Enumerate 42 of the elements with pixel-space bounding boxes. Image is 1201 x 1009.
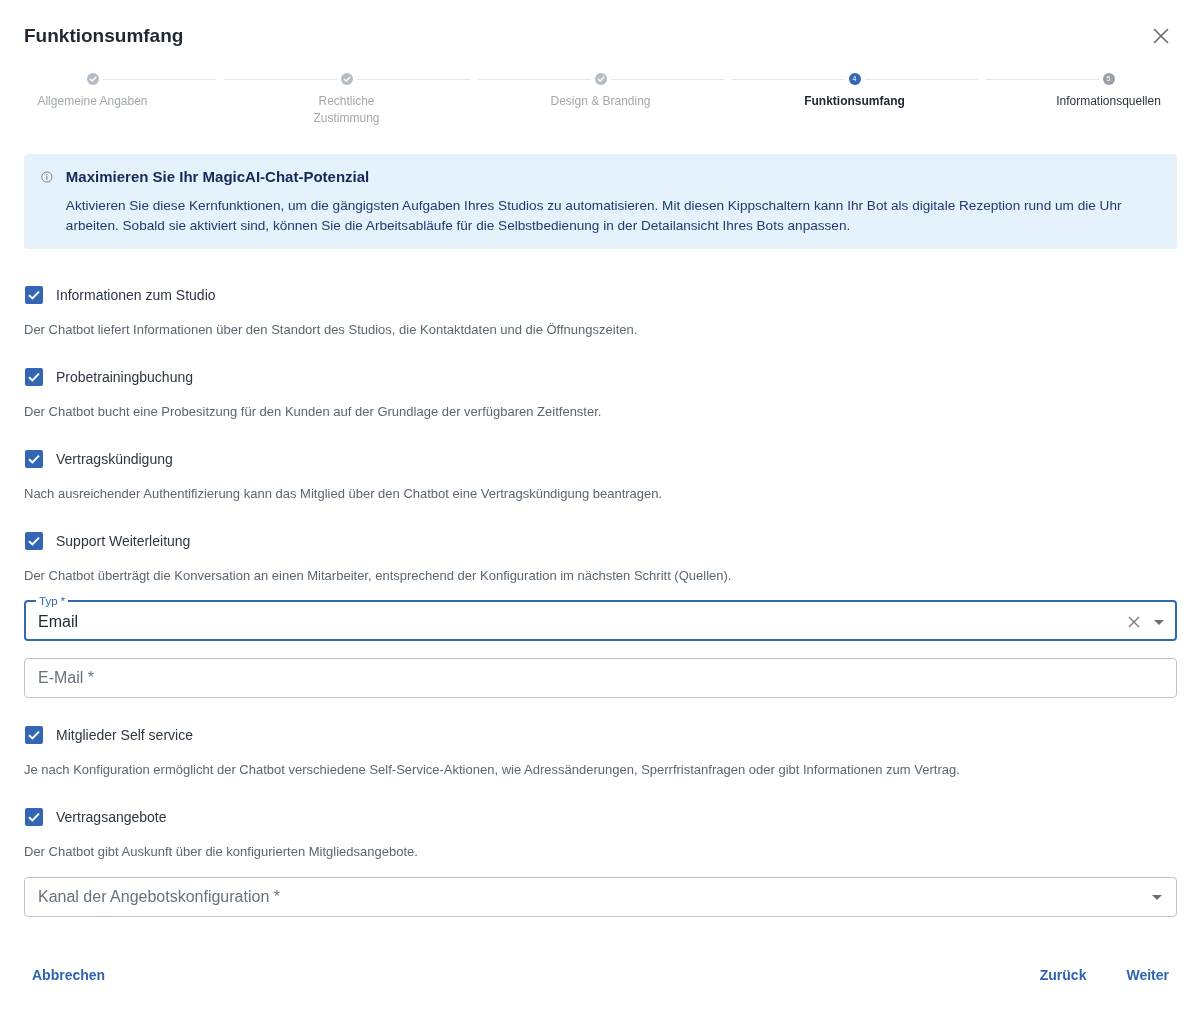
step-label: Funktionsumfang: [804, 93, 905, 110]
checkbox[interactable]: [25, 368, 43, 386]
caret-icon: [1152, 894, 1162, 900]
checkbox[interactable]: [25, 286, 43, 304]
feature-description: Der Chatbot bucht eine Probesitzung für den Kunden auf der Grundlage der verfügbaren Zeitfenster.: [24, 403, 603, 421]
clear-icon[interactable]: [1128, 616, 1140, 628]
select-field[interactable]: Typ * Email: [24, 595, 1177, 641]
check-icon: [27, 810, 41, 824]
checkbox[interactable]: [25, 726, 43, 744]
next-button[interactable]: Weiter: [1118, 957, 1177, 993]
feature-description: Der Chatbot liefert Informationen über den Standort des Studios, die Kontaktdaten und die Öffnungszeiten.: [24, 321, 639, 339]
input-field[interactable]: E-Mail *: [24, 658, 1177, 698]
feature-description: Der Chatbot überträgt die Konversation an einen Mitarbeiter, entsprechend der Konfiguration im nächsten Schritt (Quellen).: [24, 567, 733, 585]
check-icon: [27, 452, 41, 466]
feature-description: Nach ausreichender Authentifizierung kann das Mitglied über den Chatbot eine Vertragskündigung beantragen.: [24, 485, 664, 503]
banner-text: Aktivieren Sie diese Kernfunktionen, um die gängigsten Aufgaben Ihres Studios zu automatisieren. Mit diesen Kippschaltern kann Ihr Bot als digitale Rezeption rund um die Uhr arbeiten. Sobald sie aktiviert sind, können Sie die Arbeitsabläufe für die Selbstbedienung in der Detailansicht Ihres Bots anpassen.: [65, 197, 1123, 235]
check-icon: [27, 288, 41, 302]
back-button[interactable]: Zurück: [1031, 957, 1095, 993]
feature-description: Je nach Konfiguration ermöglicht der Chatbot verschiedene Self-Service-Aktionen, wie Adressänderungen, Sperrfristanfragen oder gibt Informationen zum Vertrag.: [24, 761, 961, 779]
checkbox-label: Vertragskündigung: [56, 450, 173, 469]
feature-description: Der Chatbot gibt Auskunft über die konfigurierten Mitgliedsangebote.: [24, 843, 419, 861]
select-field[interactable]: Kanal der Angebotskonfiguration *: [24, 877, 1177, 917]
checkbox-label: Informationen zum Studio: [56, 286, 216, 305]
checkbox[interactable]: [25, 450, 43, 468]
banner-title: Maximieren Sie Ihr MagicAI-Chat-Potenzial: [65, 167, 371, 187]
caret-icon: [1154, 619, 1164, 625]
checkbox-label: Support Weiterleitung: [56, 532, 191, 551]
checkbox[interactable]: [25, 532, 43, 550]
checkbox[interactable]: [25, 808, 43, 826]
check-icon: [27, 728, 41, 742]
check-icon: [27, 370, 41, 384]
step-label: Informationsquellen: [1056, 93, 1161, 110]
check-icon: [27, 534, 41, 548]
close-icon: [1153, 28, 1169, 44]
step-label: Allgemeine Angaben: [37, 93, 148, 110]
step-label: Rechtliche Zustimmung: [312, 93, 381, 127]
checkbox-label: Vertragsangebote: [56, 808, 167, 827]
checkbox-label: Mitglieder Self service: [56, 726, 193, 745]
checkbox-label: Probetrainingbuchung: [56, 368, 193, 387]
dialog-title: Funktionsumfang: [24, 24, 184, 48]
cancel-button[interactable]: Abbrechen: [24, 957, 114, 993]
step-label: Design & Branding: [550, 93, 651, 110]
